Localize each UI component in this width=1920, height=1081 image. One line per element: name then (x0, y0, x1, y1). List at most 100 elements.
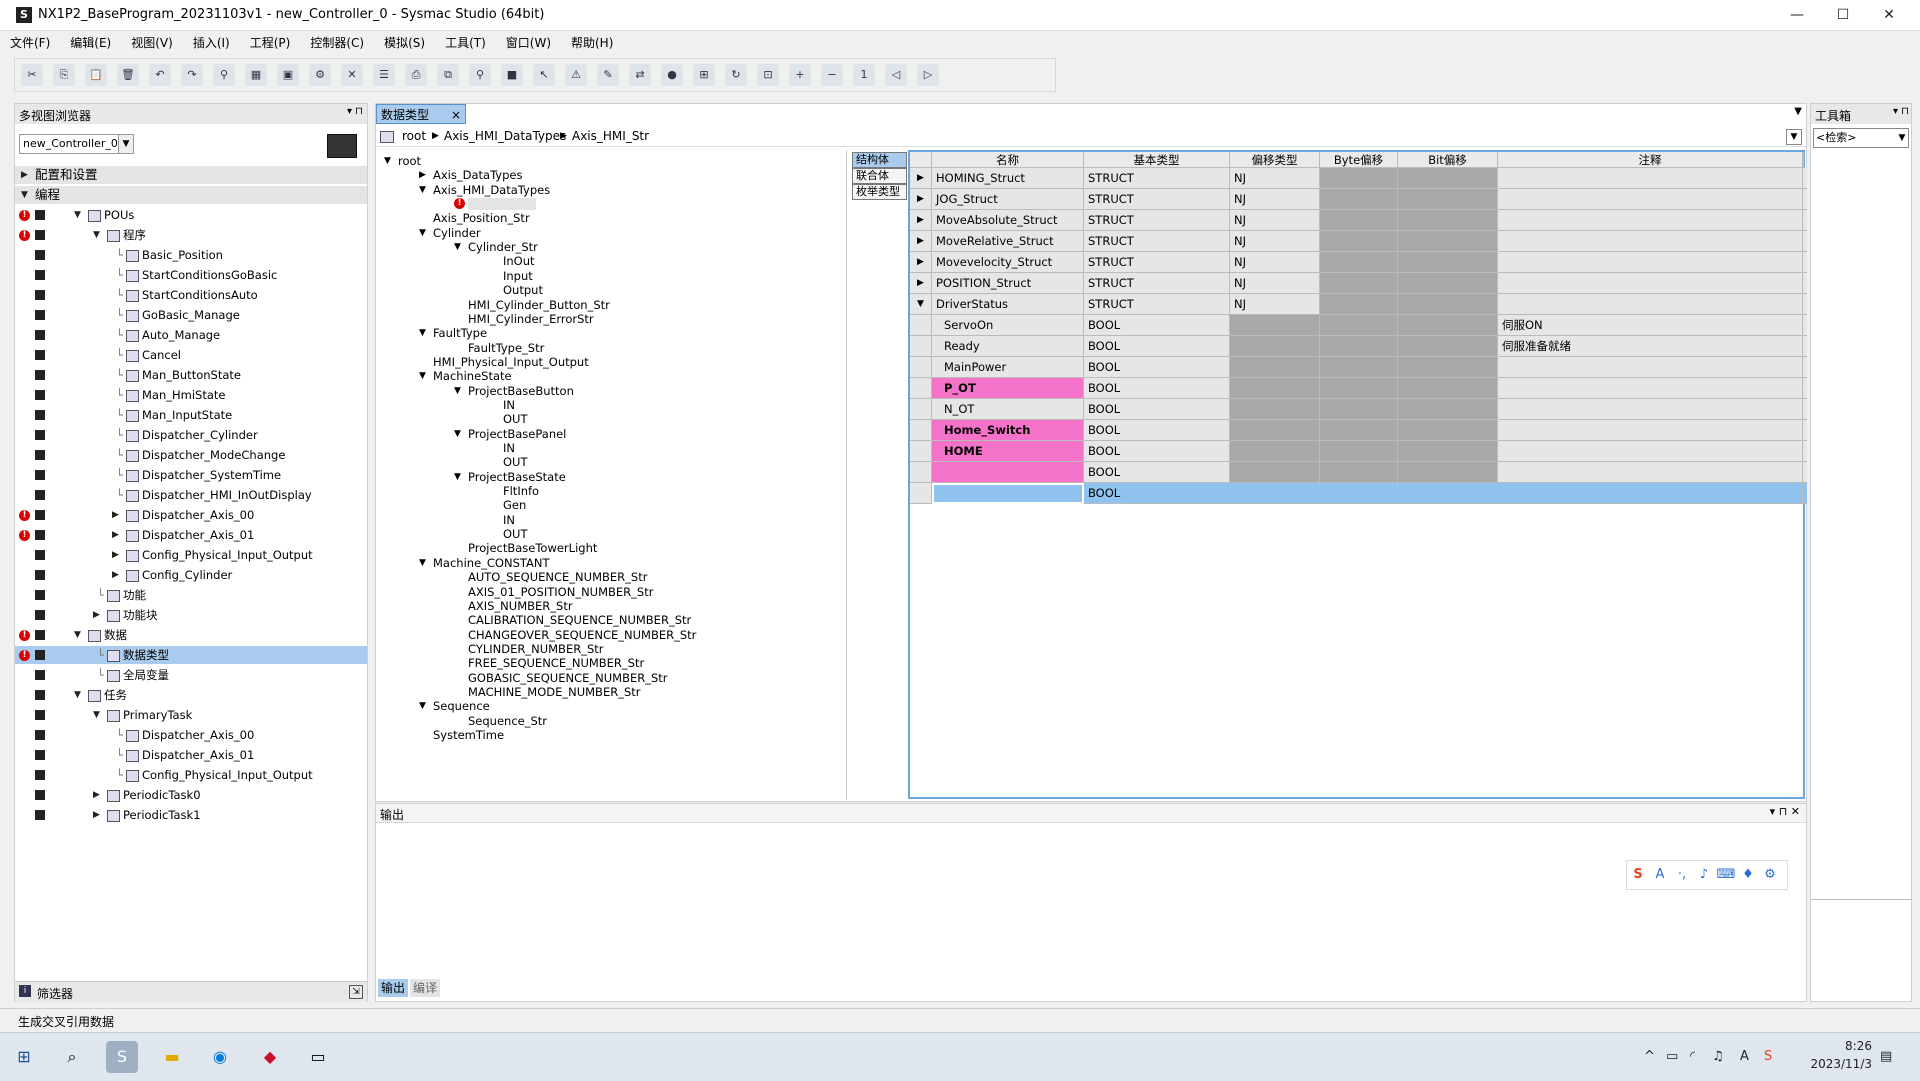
expand-icon[interactable]: ▶ (21, 166, 28, 184)
datatype-tree-item[interactable]: ProjectBaseButton (468, 384, 574, 398)
kind-button[interactable]: 枚举类型 (852, 184, 907, 200)
chevron-down-icon[interactable]: ▼ (1786, 129, 1802, 145)
explorer-tree-item[interactable]: └ Man_InputState (15, 406, 367, 424)
edge-icon[interactable]: ◉ (204, 1041, 236, 1073)
maximize-button[interactable]: ☐ (1820, 0, 1866, 30)
offset-type-cell[interactable]: NJ (1230, 168, 1320, 189)
menu-item[interactable]: 文件(F) (0, 31, 60, 51)
grid-column-header[interactable]: Byte偏移 (1320, 152, 1398, 168)
datatype-tree-item[interactable]: AUTO_SEQUENCE_NUMBER_Str (468, 570, 647, 584)
expand-icon[interactable]: ▼ (419, 226, 426, 240)
window-icon[interactable]: ▣ (277, 64, 299, 86)
explorer-tree-item[interactable]: ▶ 配置和设置 (15, 166, 367, 184)
zoom-in-icon[interactable]: + (789, 64, 811, 86)
row-expander[interactable] (910, 462, 932, 483)
close-button[interactable]: ✕ (1866, 0, 1912, 30)
datatype-tree-item[interactable]: Output (503, 283, 543, 297)
sogou-tray-icon[interactable]: S (1764, 1049, 1772, 1064)
member-name-cell[interactable]: Ready (932, 336, 1084, 357)
expand-icon[interactable]: ▼ (419, 699, 426, 713)
expand-icon[interactable]: ▼ (93, 706, 100, 724)
comment-cell[interactable] (1498, 462, 1803, 483)
base-type-cell[interactable]: BOOL (1084, 483, 1230, 504)
sogou-icon[interactable]: S (1627, 861, 1649, 889)
member-name-cell[interactable]: POSITION_Struct (932, 273, 1084, 294)
explorer-tree-item[interactable]: ! └ 数据类型 (15, 646, 367, 664)
find-icon[interactable]: ⚲ (213, 64, 235, 86)
tree-view-icon[interactable] (380, 131, 394, 143)
datatype-tree-item[interactable]: Sequence (433, 699, 490, 713)
row-expander[interactable]: ▶ (910, 231, 932, 252)
copy-icon[interactable]: ⎘ (53, 64, 75, 86)
expand-icon[interactable]: ▶ (112, 526, 119, 544)
datatype-tree-item[interactable]: OUT (503, 412, 528, 426)
base-type-cell[interactable]: BOOL (1084, 357, 1230, 378)
row-expander[interactable]: ▶ (910, 273, 932, 294)
zoom-out-icon[interactable]: − (821, 64, 843, 86)
warning-icon[interactable]: ⚠ (565, 64, 587, 86)
expand-icon[interactable]: ▼ (454, 384, 461, 398)
font-icon[interactable]: A (1649, 861, 1671, 889)
menu-item[interactable]: 窗口(W) (496, 31, 561, 51)
expand-icon[interactable]: ▶ (93, 806, 100, 824)
explorer-tree-item[interactable]: └ GoBasic_Manage (15, 306, 367, 324)
datatype-tree-item[interactable]: IN (503, 513, 515, 527)
member-name-cell[interactable]: HOME (932, 441, 1084, 462)
row-expander[interactable] (910, 357, 932, 378)
explorer-tree-item[interactable]: ▶ Config_Cylinder (15, 566, 367, 584)
explorer-tree-item[interactable]: ▶ Config_Physical_Input_Output (15, 546, 367, 564)
offset-type-cell[interactable] (1230, 357, 1320, 378)
settings-icon[interactable]: ⚙ (309, 64, 331, 86)
settings-icon[interactable]: ⚙ (1759, 861, 1781, 889)
comment-cell[interactable] (1498, 168, 1803, 189)
base-type-cell[interactable]: BOOL (1084, 336, 1230, 357)
back-icon[interactable]: ◁ (885, 64, 907, 86)
network-icon[interactable]: ⧉ (437, 64, 459, 86)
datatype-tree-item[interactable]: HMI_Cylinder_Button_Str (468, 298, 610, 312)
base-type-cell[interactable]: BOOL (1084, 462, 1230, 483)
camera-icon[interactable]: ▭ (302, 1041, 334, 1073)
datatype-tree-item[interactable]: MachineState (433, 369, 512, 383)
comment-cell[interactable]: 伺服准备就绪 (1498, 336, 1803, 357)
expand-icon[interactable]: ▶ (93, 606, 100, 624)
menu-item[interactable]: 控制器(C) (300, 31, 374, 51)
comment-cell[interactable] (1498, 210, 1803, 231)
member-name-cell[interactable]: MoveAbsolute_Struct (932, 210, 1084, 231)
explorer-tree-item[interactable]: ▶ PeriodicTask1 (15, 806, 367, 824)
datatype-tree-item[interactable]: FaultType_Str (468, 341, 544, 355)
offset-type-cell[interactable] (1230, 441, 1320, 462)
member-name-cell[interactable]: Movevelocity_Struct (932, 252, 1084, 273)
skin-icon[interactable]: ♦ (1737, 861, 1759, 889)
datatype-tree-item[interactable]: GOBASIC_SEQUENCE_NUMBER_Str (468, 671, 668, 685)
member-name-cell[interactable]: Home_Switch (932, 420, 1084, 441)
comment-cell[interactable] (1498, 483, 1803, 504)
offset-type-cell[interactable] (1230, 378, 1320, 399)
member-name-cell[interactable]: MoveRelative_Struct (932, 231, 1084, 252)
base-type-cell[interactable]: BOOL (1084, 378, 1230, 399)
pdf-icon[interactable]: ◆ (254, 1041, 286, 1073)
explorer-tree-item[interactable]: └ Config_Physical_Input_Output (15, 766, 367, 784)
datatype-tree-item[interactable]: Axis_DataTypes (433, 168, 522, 182)
offset-type-cell[interactable] (1230, 420, 1320, 441)
comment-cell[interactable] (1498, 357, 1803, 378)
comment-cell[interactable] (1498, 273, 1803, 294)
expand-icon[interactable]: ▼ (419, 326, 426, 340)
comment-cell[interactable] (1498, 294, 1803, 315)
expand-icon[interactable]: ▶ (112, 566, 119, 584)
explorer-tree-item[interactable]: ▶ 功能块 (15, 606, 367, 624)
comment-cell[interactable] (1498, 420, 1803, 441)
offset-type-cell[interactable] (1230, 315, 1320, 336)
explorer-tree-item[interactable]: └ Dispatcher_SystemTime (15, 466, 367, 484)
datatype-tree-item[interactable]: OUT (503, 455, 528, 469)
explorer-tree-item[interactable]: └ Auto_Manage (15, 326, 367, 344)
row-expander[interactable] (910, 483, 932, 504)
row-expander[interactable] (910, 399, 932, 420)
explorer-tree-item[interactable]: └ Man_ButtonState (15, 366, 367, 384)
row-expander[interactable]: ▶ (910, 252, 932, 273)
datatype-tree-item[interactable]: CHANGEOVER_SEQUENCE_NUMBER_Str (468, 628, 696, 642)
explorer-tree-item[interactable]: ▼ PrimaryTask (15, 706, 367, 724)
offset-type-cell[interactable] (1230, 462, 1320, 483)
expand-icon[interactable]: ▶ (112, 546, 119, 564)
member-name-cell[interactable]: JOG_Struct (932, 189, 1084, 210)
sysmac-studio-icon[interactable]: S (106, 1041, 138, 1073)
